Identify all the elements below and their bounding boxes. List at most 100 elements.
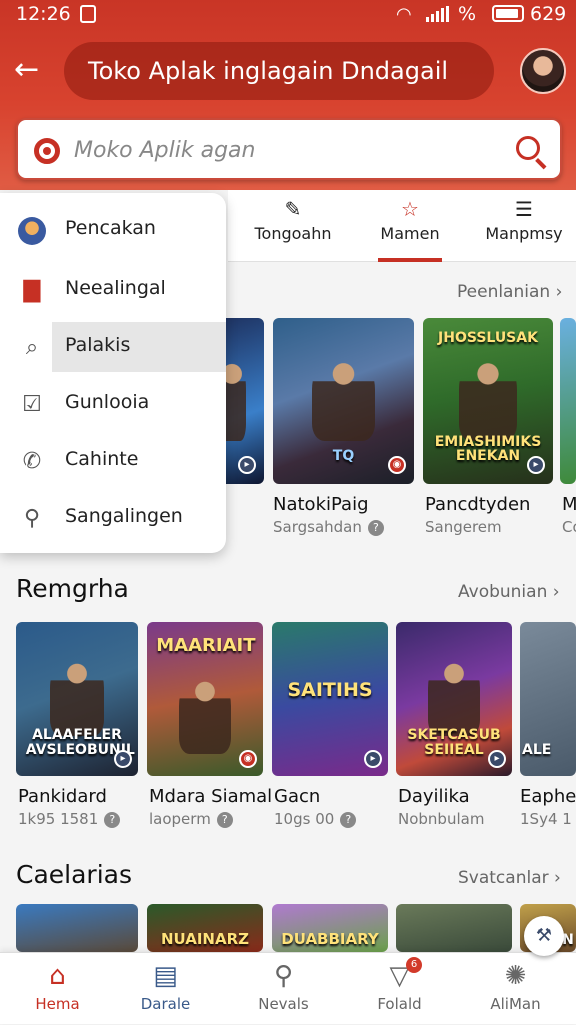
play-badge-icon: ▸ [114,750,132,768]
game-avatar-icon [18,217,46,245]
avatar[interactable] [520,48,566,94]
nav-nevals[interactable]: ⚲ Nevals [226,953,341,1025]
game-cover: ALE [520,622,576,776]
cover-art-text: TQ [332,448,355,465]
nav-darale[interactable]: ▤ Darale [108,953,223,1025]
game-card[interactable]: NUAINARZ [147,904,263,952]
section-title: Caelarias [16,860,132,889]
game-cover [396,904,512,952]
section2-see-all[interactable]: Avobunian › [458,582,560,602]
game-cover: DUABBIARY [272,904,388,952]
game-title: M [562,494,576,515]
back-arrow-icon[interactable]: ← [14,55,44,85]
cover-art-text: SKETCASUB SEIIEAL [407,727,501,758]
cover-art-title: JHOSSLUSAK [438,330,538,347]
page-title: Toko Aplak inglagain Dndagail [64,42,494,100]
menu-item-label: Palakis [65,334,131,356]
game-subtitle: 1k95 1581? [18,810,121,828]
menu-item-label: Pencakan [65,217,156,239]
search-icon: ⚲ [273,961,294,991]
list-icon: ☰ [515,197,533,221]
game-card[interactable] [16,904,138,952]
floating-action-button[interactable]: ⚒ [524,916,564,956]
character-art [179,674,231,755]
tab-mamen[interactable]: ☆ Mamen [378,190,442,262]
nav-label: Nevals [258,995,309,1013]
game-title: Pancdtyden [425,494,531,515]
nav-label: Hema [35,995,80,1013]
game-card[interactable]: ALE Eaphea 1Sy4 1 [520,622,576,836]
game-title: Mdara Siamal [149,786,273,807]
star-icon: ☆ [401,197,419,221]
menu-item-label: Neealingal [65,277,166,299]
menu-item-label: Cahinte [65,448,139,470]
category-tabs: ✎ Tongoahn ☆ Mamen ☰ Manpmsy [228,190,576,262]
game-subtitle: 1Sy4 1 [520,810,572,828]
game-card[interactable]: SAITIHS ▸ Gacn 10gs 00? [272,622,388,836]
section1-see-all[interactable]: Peenlanian › [457,282,562,302]
game-card[interactable]: JHOSSLUSAK EMIASHIMIKS ENEKAN ▸ Pancdtyde… [423,318,553,538]
nav-label: AliMan [490,995,541,1013]
game-card[interactable]: ALAAFELER AVSLEOBUNIL ▸ Pankidard 1k95 1… [16,622,138,836]
search-doc-icon: ⌕ [25,335,39,360]
game-card[interactable]: MAARIAIT ◉ Mdara Siamal laoperm? [147,622,272,836]
signal-icon [426,6,449,22]
nav-folald[interactable]: ▽ 6 Folald [342,953,457,1025]
battery-icon [492,5,524,22]
game-cover [16,904,138,952]
menu-item-label: Gunlooia [65,391,150,413]
nav-label: Folald [377,995,422,1013]
see-all-label: Peenlanian [457,282,551,302]
tab-label: Mamen [380,224,440,243]
see-all-label: Avobunian [458,582,548,602]
game-card[interactable]: M Co [560,318,576,538]
game-subtitle: Sangerem [425,518,502,536]
game-card[interactable] [396,904,512,952]
play-badge-icon: ▸ [527,456,545,474]
search-input[interactable] [74,130,494,170]
game-title: Gacn [274,786,321,807]
game-title: Pankidard [18,786,107,807]
menu-item-palakis[interactable]: ⌕ Palakis [0,322,226,374]
sim-icon [80,5,96,23]
cover-art-title: SAITIHS [287,678,373,701]
cover-art-text: ALE [522,741,552,758]
play-badge-icon: ▸ [238,456,256,474]
game-cover: NUAINARZ [147,904,263,952]
game-cover [560,318,576,484]
menu-item-pencakan[interactable]: Pencakan [0,205,226,257]
section-title: Remgrha [16,574,129,603]
nav-label: Darale [140,995,191,1013]
status-time: 12:26 [16,3,71,25]
app-logo-icon [34,138,60,164]
menu-item-cahinte[interactable]: ✆ Cahinte [0,436,226,488]
search-bar [16,118,562,180]
tab-tongoahn[interactable]: ✎ Tongoahn [248,190,338,262]
game-card[interactable]: SKETCASUB SEIIEAL ▸ Dayilika Nobnbulam [396,622,512,836]
cover-art-text: EMIASHIMIKS ENEKAN [434,433,542,465]
menu-item-sangalingen[interactable]: ⚲ Sangalingen [0,493,226,545]
game-card[interactable]: DUABBIARY [272,904,388,952]
search-icon[interactable] [516,136,540,160]
wrench-icon: ⚒ [535,925,553,946]
game-card[interactable]: TQ ◉ NatokiPaig Sargsahdan? [273,318,414,538]
character-art [312,354,375,441]
menu-item-neealingal[interactable]: ▇ Neealingal [0,265,226,317]
game-subtitle: Sargsahdan? [273,518,384,536]
edit-icon: ☑ [22,392,42,417]
character-art [428,655,480,736]
bottom-navigation: ⌂ Hema ▤ Darale ⚲ Nevals ▽ 6 Folald ✺ Al… [0,952,576,1024]
see-all-label: Svatcanlar [458,868,549,888]
menu-item-gunlooia[interactable]: ☑ Gunlooia [0,379,226,431]
play-badge-icon: ◉ [388,456,406,474]
status-bar: 12:26 ◠ % 629 [0,0,576,28]
cover-art-text: DUABBIARY [281,930,379,949]
cover-art-text: ALAAFELER AVSLEOBUNIL [25,727,135,758]
game-subtitle: laoperm? [149,810,233,828]
tab-label: Tongoahn [254,224,332,243]
section3-see-all[interactable]: Svatcanlar › [458,868,561,888]
nav-aliman[interactable]: ✺ AliMan [458,953,573,1025]
nav-hema[interactable]: ⌂ Hema [0,953,115,1025]
play-badge-icon: ▸ [364,750,382,768]
tab-manpmsy[interactable]: ☰ Manpmsy [484,190,564,262]
